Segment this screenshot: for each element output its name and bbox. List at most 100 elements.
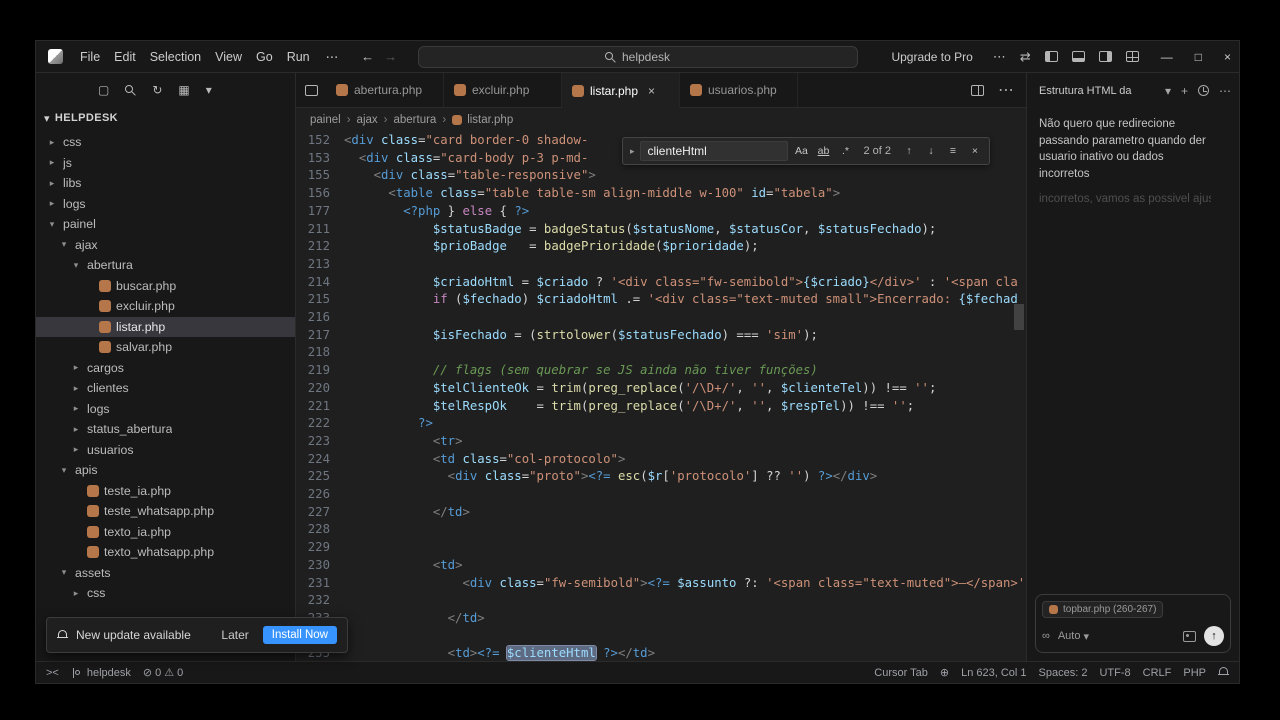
code-line: 211 $statusBadge = badgeStatus($statusNo… — [296, 221, 1026, 239]
tree-folder-apis[interactable]: ▾ apis — [36, 460, 295, 481]
menu-edit[interactable]: Edit — [107, 47, 143, 67]
chat-tab-title[interactable]: Estrutura HTML da — [1039, 85, 1132, 97]
line-content: </td> — [447, 610, 485, 625]
toggle-replace-icon[interactable]: ▸ — [628, 146, 637, 157]
workspace-section-header[interactable]: ▾ HELPDESK — [36, 107, 295, 129]
install-now-button[interactable]: Install Now — [262, 626, 337, 644]
whole-word-icon[interactable]: ab — [814, 142, 832, 160]
globe-icon[interactable]: ⊕ — [940, 666, 949, 679]
menu-view[interactable]: View — [208, 47, 249, 67]
scrollbar-thumb[interactable] — [1014, 304, 1024, 330]
tree-folder-libs[interactable]: ▸ libs — [36, 173, 295, 194]
command-center-search[interactable]: helpdesk — [417, 46, 858, 68]
send-button[interactable]: ↑ — [1204, 626, 1224, 646]
previous-match-icon[interactable]: ↑ — [900, 142, 918, 160]
line-col-item[interactable]: Ln 623, Col 1 — [961, 667, 1026, 679]
tab-listar.php[interactable]: listar.php × — [562, 73, 680, 108]
breadcrumb-item[interactable]: listar.php — [452, 114, 513, 126]
close-button[interactable]: × — [1224, 50, 1231, 64]
menu-run[interactable]: Run — [280, 47, 317, 67]
open-editors-icon[interactable] — [296, 73, 326, 107]
tree-folder-painel[interactable]: ▾ painel — [36, 214, 295, 235]
tree-folder-usuarios[interactable]: ▸ usuarios — [36, 440, 295, 461]
search-icon[interactable] — [125, 84, 136, 96]
collapse-folders-icon[interactable]: ▦ — [178, 83, 189, 97]
close-tab-icon[interactable]: × — [648, 84, 655, 98]
breadcrumb-item[interactable]: painel — [310, 114, 341, 126]
tree-folder-assets[interactable]: ▾ assets — [36, 563, 295, 584]
git-branch-item[interactable]: helpdesk — [71, 667, 131, 679]
tree-folder-logs[interactable]: ▸ logs — [36, 399, 295, 420]
breadcrumb-item[interactable]: ajax — [357, 114, 378, 126]
context-chip[interactable]: topbar.php (260-267) — [1042, 601, 1164, 618]
tree-file-salvar.php[interactable]: salvar.php — [36, 337, 295, 358]
tree-folder-js[interactable]: ▸ js — [36, 153, 295, 174]
attach-image-icon[interactable] — [1183, 630, 1196, 642]
tree-file-teste_ia.php[interactable]: teste_ia.php — [36, 481, 295, 502]
history-icon[interactable] — [1198, 85, 1209, 96]
find-input[interactable] — [640, 141, 789, 161]
tree-folder-css[interactable]: ▸ css — [36, 132, 295, 153]
later-button[interactable]: Later — [215, 626, 254, 644]
menu-go[interactable]: Go — [249, 47, 280, 67]
tab-abertura.php[interactable]: abertura.php — [326, 73, 444, 107]
problems-item[interactable]: ⊘ 0 ⚠ 0 — [143, 666, 183, 680]
find-in-selection-icon[interactable]: ≡ — [944, 142, 962, 160]
toggle-panel-icon[interactable] — [1071, 51, 1085, 62]
tree-folder-clientes[interactable]: ▸ clientes — [36, 378, 295, 399]
tab-usuarios.php[interactable]: usuarios.php — [680, 73, 798, 107]
customize-layout-icon[interactable] — [1125, 51, 1139, 62]
more-chat-actions-icon[interactable]: ⋯ — [1219, 84, 1231, 98]
notifications-item[interactable] — [1218, 667, 1229, 678]
close-find-icon[interactable]: × — [966, 142, 984, 160]
refresh-icon[interactable]: ↻ — [152, 83, 162, 97]
back-icon[interactable]: ← — [361, 49, 374, 64]
tree-folder-cargos[interactable]: ▸ cargos — [36, 358, 295, 379]
agent-mode-icon[interactable]: ∞ — [1042, 630, 1050, 642]
indentation-item[interactable]: Spaces: 2 — [1039, 667, 1088, 679]
encoding-item[interactable]: UTF-8 — [1099, 667, 1130, 679]
menu-selection[interactable]: Selection — [143, 47, 208, 67]
code-editor[interactable]: 152 <div class="card border-0 shadow- 153 … — [296, 132, 1026, 661]
split-editor-icon[interactable] — [971, 84, 984, 96]
toggle-sidebar-icon[interactable] — [1044, 51, 1058, 62]
more-editor-actions-icon[interactable]: ⋯ — [998, 80, 1014, 100]
next-match-icon[interactable]: ↓ — [922, 142, 940, 160]
tree-file-teste_whatsapp.php[interactable]: teste_whatsapp.php — [36, 501, 295, 522]
menu-file[interactable]: File — [73, 47, 107, 67]
tree-folder-css[interactable]: ▸ css — [36, 583, 295, 604]
sync-icon[interactable]: ⇄ — [1020, 49, 1031, 65]
tree-folder-status_abertura[interactable]: ▸ status_abertura — [36, 419, 295, 440]
eol-item[interactable]: CRLF — [1143, 667, 1172, 679]
menu-bar: File Edit Selection View Go Run — [73, 50, 317, 64]
tree-folder-logs[interactable]: ▸ logs — [36, 194, 295, 215]
regex-icon[interactable]: .* — [836, 142, 854, 160]
chat-input-box[interactable]: topbar.php (260-267) ∞ Auto ▾ ↑ — [1035, 594, 1231, 653]
remote-indicator[interactable]: >< — [46, 667, 59, 679]
tree-folder-ajax[interactable]: ▾ ajax — [36, 235, 295, 256]
upgrade-to-pro-button[interactable]: Upgrade to Pro — [885, 48, 978, 66]
cursor-tab-item[interactable]: Cursor Tab — [874, 667, 928, 679]
forward-icon[interactable]: → — [384, 49, 397, 64]
tree-folder-abertura[interactable]: ▾ abertura — [36, 255, 295, 276]
tree-file-excluir.php[interactable]: excluir.php — [36, 296, 295, 317]
model-picker[interactable]: Auto ▾ — [1058, 630, 1089, 643]
chevron-down-icon[interactable]: ▾ — [206, 83, 212, 97]
code-line: 229 — [296, 539, 1026, 557]
new-file-icon[interactable]: ▢ — [98, 83, 109, 97]
tree-file-texto_ia.php[interactable]: texto_ia.php — [36, 522, 295, 543]
tree-file-buscar.php[interactable]: buscar.php — [36, 276, 295, 297]
chevron-down-icon[interactable]: ▾ — [1165, 84, 1171, 98]
language-mode-item[interactable]: PHP — [1183, 667, 1206, 679]
match-case-icon[interactable]: Aa — [792, 142, 810, 160]
minimize-button[interactable]: — — [1161, 50, 1173, 64]
tree-file-texto_whatsapp.php[interactable]: texto_whatsapp.php — [36, 542, 295, 563]
more-actions-icon[interactable]: ⋯ — [993, 49, 1006, 65]
new-chat-icon[interactable]: + — [1181, 84, 1188, 98]
toggle-secondary-sidebar-icon[interactable] — [1098, 51, 1112, 62]
menu-more-icon[interactable]: ⋯ — [319, 46, 346, 67]
tab-excluir.php[interactable]: excluir.php — [444, 73, 562, 107]
breadcrumb-item[interactable]: abertura — [394, 114, 437, 126]
restore-button[interactable]: □ — [1195, 50, 1202, 64]
tree-file-listar.php[interactable]: listar.php — [36, 316, 295, 337]
